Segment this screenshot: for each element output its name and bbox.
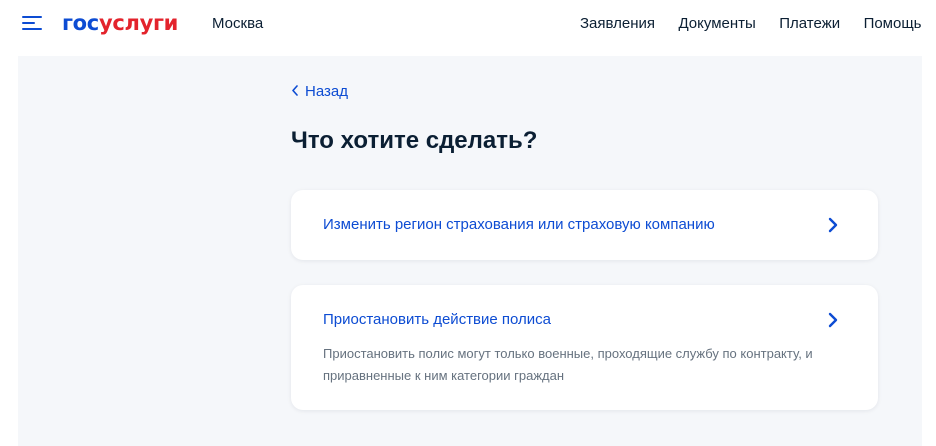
option-suspend-policy[interactable]: Приостановить действие полиса Приостанов… — [291, 285, 878, 410]
back-label: Назад — [305, 83, 348, 100]
city-selector[interactable]: Москва — [212, 14, 263, 34]
menu-icon[interactable] — [22, 13, 44, 33]
option-description: Приостановить полис могут только военные… — [323, 346, 813, 383]
nav-item-payments[interactable]: Платежи — [779, 14, 840, 34]
nav-item-applications[interactable]: Заявления — [580, 14, 655, 34]
chevron-right-icon — [828, 312, 838, 328]
chevron-left-icon — [291, 81, 303, 101]
page-title: Что хотите сделать? — [291, 127, 538, 154]
option-title: Изменить регион страхования или страхову… — [323, 216, 715, 233]
gosuslugi-logo[interactable]: госуслуги — [62, 9, 178, 37]
nav-item-documents[interactable]: Документы — [678, 14, 755, 34]
back-link[interactable]: Назад — [291, 81, 348, 102]
top-nav: Заявления Документы Платежи Помощь — [580, 14, 922, 36]
chevron-right-icon — [828, 217, 838, 233]
site-header: госуслуги Москва Заявления Документы Пла… — [0, 0, 936, 48]
nav-item-help[interactable]: Помощь — [864, 14, 922, 34]
option-change-region[interactable]: Изменить регион страхования или страхову… — [291, 190, 878, 260]
option-title: Приостановить действие полиса — [323, 311, 552, 328]
